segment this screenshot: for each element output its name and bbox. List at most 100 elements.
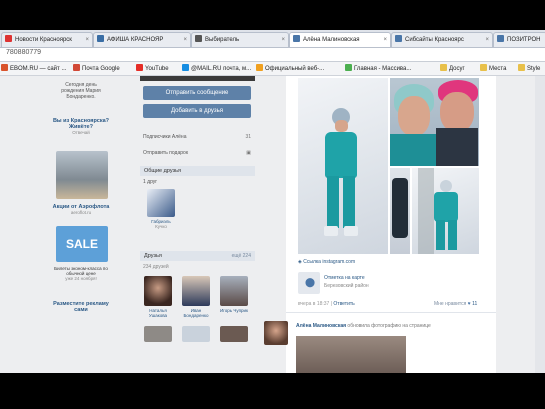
count-text: 234 друзей bbox=[143, 264, 169, 270]
section-title: Друзья bbox=[144, 253, 162, 259]
bookmark-item[interactable]: Главная - Массива... bbox=[345, 64, 411, 74]
close-icon[interactable]: × bbox=[85, 33, 89, 47]
author-avatar[interactable] bbox=[264, 321, 288, 345]
map-location: Березовский район bbox=[324, 283, 369, 289]
avatar[interactable] bbox=[144, 326, 172, 342]
ad-title: Билеты эконом-класса по обычной цене bbox=[54, 266, 108, 276]
map-thumbnail[interactable]: ⬤ bbox=[298, 272, 320, 294]
like-button[interactable]: Мне нравится ♥ 11 bbox=[434, 301, 477, 307]
person-leg bbox=[343, 176, 355, 228]
send-gift-link[interactable]: Отправить подарок ▣ bbox=[143, 150, 251, 156]
tab-profile[interactable]: Алёна Малиновская × bbox=[289, 32, 391, 47]
folder-icon bbox=[480, 64, 487, 71]
person-leg bbox=[327, 176, 339, 228]
subscribers-link[interactable]: Подписчики Алёна 31 bbox=[143, 134, 251, 140]
section-title: Общие друзья bbox=[144, 168, 181, 174]
tab-afisha[interactable]: АФИША КРАСНОЯР × bbox=[93, 32, 191, 47]
instagram-link[interactable]: ◈ Ссылка instagram.com bbox=[298, 259, 355, 265]
birthday-text: Бондаренко. bbox=[66, 94, 96, 100]
avatar bbox=[182, 276, 210, 306]
ad-subtitle: уже 24 ноября! bbox=[65, 276, 97, 281]
bookmark-folder[interactable]: Досуг bbox=[440, 64, 465, 74]
bookmark-favicon-icon bbox=[1, 64, 8, 71]
tab-label: АФИША КРАСНОЯР bbox=[107, 37, 164, 43]
bookmark-label: Style bbox=[527, 66, 541, 72]
vk-favicon-icon bbox=[395, 35, 402, 42]
bookmark-item[interactable]: Официальный веб-... bbox=[256, 64, 324, 74]
button-label: Добавить в друзья bbox=[171, 108, 223, 114]
person-jacket bbox=[390, 134, 436, 166]
scrollbar[interactable] bbox=[535, 76, 545, 373]
address-bar[interactable]: 780880779 bbox=[0, 48, 545, 62]
bookmark-label: @MAIL.RU почта, м... bbox=[191, 66, 252, 72]
friend-tile[interactable]: Иван Бондаренко bbox=[180, 276, 212, 318]
common-friend[interactable]: Габриэль Кучко bbox=[144, 189, 178, 229]
friend-tile[interactable]: Игорь Чуприк bbox=[218, 276, 250, 313]
friend-name: Кучко bbox=[155, 224, 167, 229]
wall-column: ◈ Ссылка instagram.com ⬤ Отметка на карт… bbox=[264, 76, 496, 373]
ad-image[interactable] bbox=[56, 151, 108, 199]
post-photo-side[interactable] bbox=[390, 168, 410, 254]
close-icon[interactable]: × bbox=[383, 33, 387, 47]
person-leg bbox=[448, 220, 457, 250]
bookmark-item[interactable]: @MAIL.RU почта, м... bbox=[182, 64, 251, 74]
bookmark-folder[interactable]: Style bbox=[518, 64, 540, 74]
bookmark-item[interactable]: YouTube bbox=[136, 64, 169, 74]
subscribers-count: 31 bbox=[245, 134, 251, 140]
common-friends-header[interactable]: Общие друзья bbox=[140, 166, 255, 176]
gmail-icon bbox=[73, 64, 80, 71]
person-boot bbox=[324, 226, 338, 236]
post-photo-preview[interactable] bbox=[296, 336, 406, 373]
author-name[interactable]: Алёна Малиновская bbox=[296, 323, 346, 329]
post-photo-standing[interactable] bbox=[412, 168, 479, 254]
tab-label: ПОЗИТРОН bbox=[507, 37, 541, 43]
friends-all-link[interactable]: ещё 224 bbox=[232, 251, 251, 261]
send-message-button[interactable]: Отправить сообщение bbox=[143, 86, 251, 100]
ad-block[interactable]: Билеты эконом-класса по обычной цене уже… bbox=[48, 266, 114, 281]
site-favicon-icon bbox=[5, 35, 12, 42]
avatar[interactable] bbox=[182, 326, 210, 342]
bookmark-item[interactable]: Почта Google bbox=[73, 64, 120, 74]
ad-title: Разместите рекламу сами bbox=[53, 301, 109, 313]
vk-favicon-icon bbox=[497, 35, 504, 42]
person-leg bbox=[436, 220, 445, 250]
friends-header[interactable]: Друзья ещё 224 bbox=[140, 251, 255, 261]
birthday-reminder[interactable]: Сегодня день рождения Мария Бондаренко. bbox=[48, 82, 114, 100]
sale-ad-image[interactable]: SALE bbox=[56, 226, 108, 262]
tab-pozitron[interactable]: ПОЗИТРОН bbox=[493, 32, 545, 47]
profile-column: Отправить сообщение Добавить в друзья По… bbox=[140, 76, 255, 373]
close-icon[interactable]: × bbox=[485, 33, 489, 47]
add-friend-button[interactable]: Добавить в друзья bbox=[143, 104, 251, 118]
post-photo-main[interactable] bbox=[298, 78, 388, 254]
post-meta: вчера в 18:37 | Ответить bbox=[298, 301, 355, 307]
heart-icon: ♥ bbox=[467, 301, 471, 307]
avatar[interactable] bbox=[220, 326, 248, 342]
tab-label: Новости Красноярск bbox=[15, 37, 72, 43]
map-title[interactable]: Отметка на карте bbox=[324, 275, 365, 281]
bookmark-item[interactable]: EBOM.RU — сайт ... bbox=[1, 64, 66, 74]
ad-block[interactable]: Вы из Красноярска? Живёте? Отвечай bbox=[48, 118, 114, 135]
vk-page: Сегодня день рождения Мария Бондаренко. … bbox=[0, 76, 545, 373]
like-label: Мне нравится bbox=[434, 301, 467, 307]
close-icon[interactable]: × bbox=[281, 33, 285, 47]
tab-label: Алёна Малиновская bbox=[303, 37, 360, 43]
post-time[interactable]: вчера в 18:37 bbox=[298, 301, 329, 307]
friend-tile[interactable]: Наталья Ушакова bbox=[142, 276, 174, 318]
person-face bbox=[398, 96, 430, 136]
close-icon[interactable]: × bbox=[183, 33, 187, 47]
ad-block[interactable]: Акции от Аэрофлота aeroflot.ru bbox=[48, 204, 114, 215]
ad-subtitle: aeroflot.ru bbox=[70, 210, 92, 215]
tab-sibsaity[interactable]: Сибсайты Красноярс × bbox=[391, 32, 493, 47]
tab-novosti[interactable]: Новости Красноярск × bbox=[1, 32, 93, 47]
ad-self-serve[interactable]: Разместите рекламу сами bbox=[48, 301, 114, 313]
bookmark-folder[interactable]: Места bbox=[480, 64, 506, 74]
person-jacket bbox=[434, 192, 458, 222]
bookmark-label: Главная - Массива... bbox=[354, 66, 412, 72]
reply-link[interactable]: Ответить bbox=[333, 301, 354, 307]
post-photo-selfie[interactable] bbox=[390, 78, 479, 166]
tab-vybiratel[interactable]: Выбиратель × bbox=[191, 32, 289, 47]
bookmark-label: EBOM.RU — сайт ... bbox=[10, 66, 67, 72]
bookmark-label: Места bbox=[489, 66, 507, 72]
tab-bar: Новости Красноярск × АФИША КРАСНОЯР × Выби… bbox=[0, 30, 545, 48]
vk-favicon-icon bbox=[293, 35, 300, 42]
